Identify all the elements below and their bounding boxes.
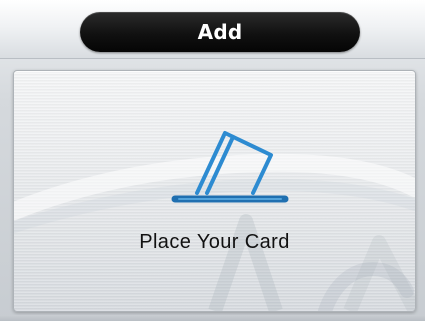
page-title: Add — [197, 20, 243, 44]
title-pill: Add — [80, 12, 360, 52]
bottom-edge — [0, 315, 425, 321]
instruction-text: Place Your Card — [139, 231, 290, 253]
content-panel: Place Your Card — [13, 70, 416, 312]
card-swipe-icon — [171, 131, 289, 203]
device-screen: Add Place Your Card — [0, 0, 425, 321]
header-bar: Add — [0, 0, 425, 59]
